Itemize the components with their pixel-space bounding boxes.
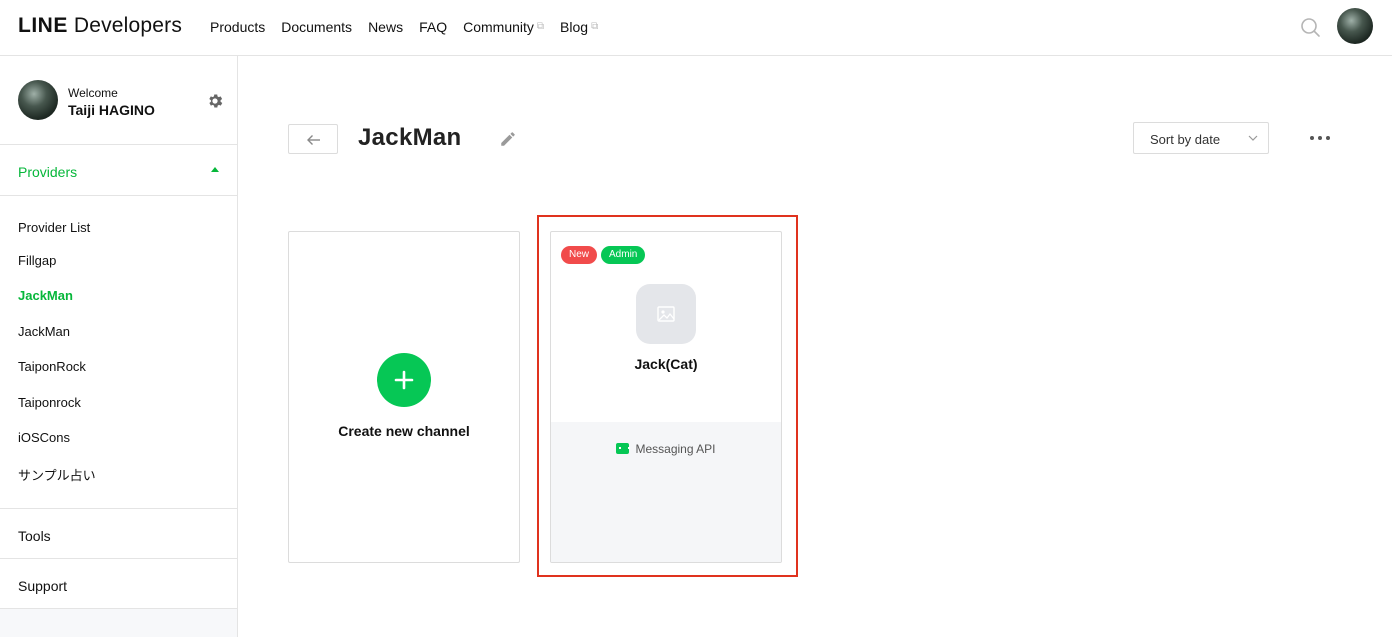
- nav-community[interactable]: Community ⧉: [463, 19, 544, 35]
- nav-blog[interactable]: Blog ⧉: [560, 19, 598, 35]
- channel-name: Jack(Cat): [634, 356, 698, 372]
- arrow-left-icon: [307, 135, 320, 145]
- nav-news[interactable]: News: [368, 19, 403, 35]
- support-label: Support: [18, 578, 68, 594]
- profile-avatar: [18, 80, 58, 120]
- tools-label: Tools: [18, 528, 51, 544]
- sidebar-footer: [0, 608, 237, 637]
- nav-products[interactable]: Products: [210, 19, 265, 35]
- more-options-icon[interactable]: [1306, 128, 1334, 148]
- logo-developers-text: Developers: [73, 14, 183, 37]
- sidebar-item-sample-fortune[interactable]: サンプル占い: [18, 465, 96, 484]
- sort-value: Sort by date: [1150, 132, 1221, 147]
- external-link-icon: ⧉: [591, 21, 599, 32]
- sidebar-item-ioscons[interactable]: iOSCons: [18, 430, 70, 445]
- channel-badges: New Admin: [561, 246, 646, 264]
- external-link-icon: ⧉: [536, 21, 545, 32]
- channel-type-label: Messaging API: [635, 442, 716, 456]
- image-placeholder-icon: [636, 284, 696, 344]
- channel-card[interactable]: New Admin Jack(Cat) Messaging API: [550, 231, 782, 563]
- sidebar: Welcome Taiji HAGINO Providers Provider …: [0, 56, 238, 637]
- plus-icon: [377, 353, 431, 407]
- user-avatar[interactable]: [1337, 8, 1373, 44]
- sidebar-item-jackman[interactable]: JackMan: [18, 324, 70, 339]
- channel-type: Messaging API: [551, 442, 781, 456]
- page-title: JackMan: [358, 124, 462, 151]
- logo-line-text: LINE: [18, 14, 68, 37]
- sidebar-item-provider-list[interactable]: Provider List: [18, 220, 90, 235]
- welcome-text: Welcome: [68, 86, 118, 100]
- nav-documents[interactable]: Documents: [281, 19, 352, 35]
- pencil-icon[interactable]: [499, 130, 517, 148]
- providers-toggle[interactable]: Providers: [0, 145, 237, 196]
- sidebar-item-jackman-active[interactable]: JackMan: [18, 288, 73, 303]
- sidebar-item-support[interactable]: Support: [0, 558, 237, 608]
- nav-blog-label: Blog: [560, 19, 589, 35]
- sidebar-item-taiponrock-lower[interactable]: Taiponrock: [18, 395, 81, 410]
- create-channel-label: Create new channel: [338, 423, 470, 439]
- top-header: LINE Developers Products Documents News F…: [0, 0, 1392, 56]
- nav-faq[interactable]: FAQ: [419, 19, 447, 35]
- sort-dropdown[interactable]: Sort by date: [1133, 122, 1269, 154]
- top-nav: Products Documents News FAQ Community ⧉ B…: [210, 19, 598, 35]
- user-name: Taiji HAGINO: [68, 102, 155, 118]
- search-icon[interactable]: [1298, 15, 1324, 41]
- profile-section: Welcome Taiji HAGINO: [0, 56, 237, 145]
- caret-up-icon: [211, 167, 219, 172]
- nav-community-label: Community: [463, 19, 534, 35]
- channel-footer: Messaging API: [551, 422, 781, 562]
- new-badge: New: [561, 246, 598, 264]
- providers-label: Providers: [18, 164, 78, 180]
- sidebar-item-tools[interactable]: Tools: [0, 508, 237, 558]
- create-channel-card[interactable]: Create new channel: [288, 231, 520, 563]
- line-developers-logo[interactable]: LINE Developers: [18, 14, 182, 38]
- gear-icon[interactable]: [206, 92, 224, 110]
- messaging-api-icon: [616, 443, 631, 454]
- chevron-down-icon: [1248, 135, 1258, 141]
- admin-badge: Admin: [601, 246, 646, 264]
- sidebar-item-fillgap[interactable]: Fillgap: [18, 253, 56, 268]
- back-button[interactable]: [288, 124, 338, 154]
- sidebar-item-taiponrock[interactable]: TaiponRock: [18, 359, 86, 374]
